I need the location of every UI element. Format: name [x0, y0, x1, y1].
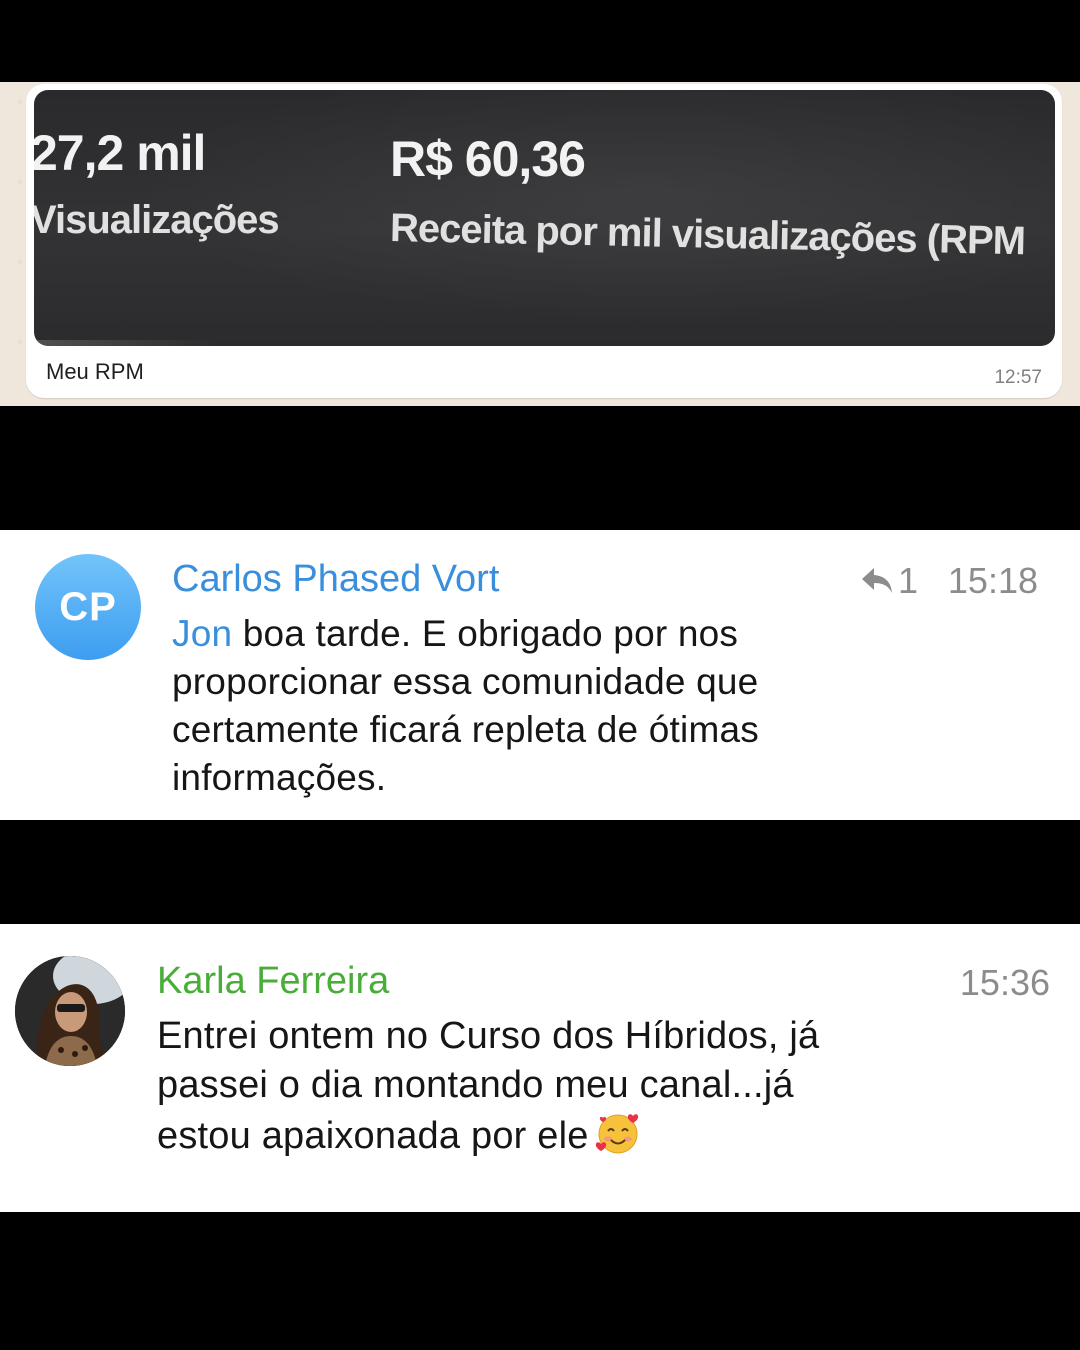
reply-count: 1 [897, 560, 918, 601]
reply-arrow-icon [861, 568, 892, 593]
rpm-screenshot-photo[interactable]: 27,2 mil Visualizações R$ 60,36 Receita … [34, 90, 1055, 346]
image-caption: Meu RPM [46, 359, 144, 384]
message-timestamp: 12:57 [994, 367, 1042, 388]
rpm-value: R$ 60,36 [390, 131, 586, 187]
message-timestamp: 15:18 [947, 560, 1038, 601]
message-body: Entrei ontem no Curso dos Híbridos, já p… [157, 1015, 820, 1157]
replies-indicator[interactable]: 1 [860, 560, 918, 602]
message-text: Entrei ontem no Curso dos Híbridos, já p… [157, 1012, 897, 1161]
whatsapp-chat-area: 27,2 mil Visualizações R$ 60,36 Receita … [0, 82, 1080, 406]
image-message-bubble[interactable]: 27,2 mil Visualizações R$ 60,36 Receita … [26, 84, 1062, 398]
avatar[interactable] [15, 956, 125, 1066]
sender-name[interactable]: Carlos Phased Vort [172, 558, 499, 601]
profile-photo [15, 956, 125, 1066]
message-body: boa tarde. E obrigado por nos proporcion… [172, 613, 759, 798]
avatar[interactable]: CP [35, 554, 141, 660]
telegram-message-karla: Karla Ferreira 15:36 Entrei ontem no Cur… [0, 924, 1080, 1212]
photo-edge [34, 340, 214, 346]
message-timestamp: 15:36 [959, 962, 1050, 1003]
telegram-message-carlos: CP Carlos Phased Vort 1 15:18 Jon boa ta… [0, 530, 1080, 820]
sender-name[interactable]: Karla Ferreira [157, 960, 389, 1003]
views-label: Visualizações [34, 198, 280, 242]
message-text: Jon boa tarde. E obrigado por nos propor… [172, 610, 852, 802]
views-value: 27,2 mil [34, 125, 206, 181]
smiling-face-with-hearts-icon [595, 1114, 638, 1154]
user-mention-link[interactable]: Jon [172, 613, 232, 654]
